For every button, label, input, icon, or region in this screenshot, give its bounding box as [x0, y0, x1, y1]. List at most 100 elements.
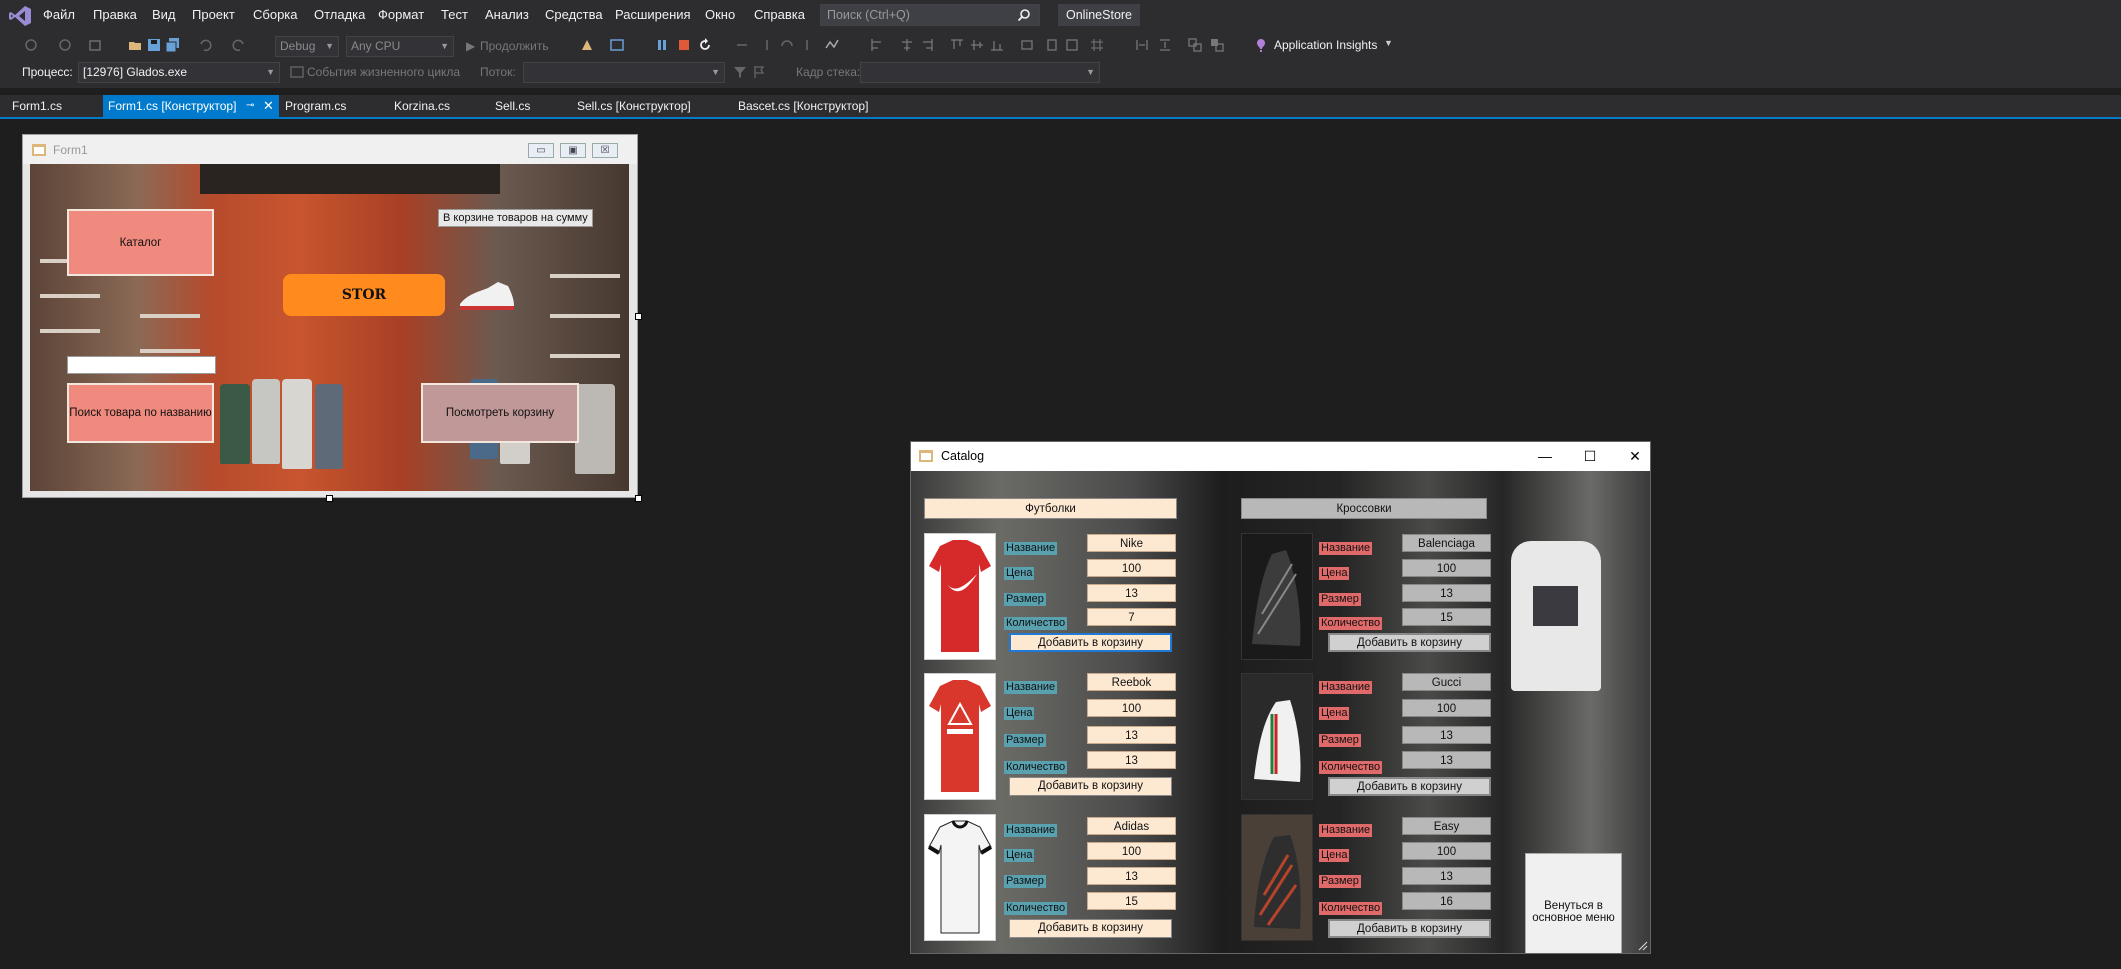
gucci-price-field[interactable]: 100: [1402, 699, 1491, 717]
hot-reload-icon[interactable]: [580, 38, 594, 52]
adidas-name-field[interactable]: Adidas: [1087, 817, 1176, 835]
tab-program-cs[interactable]: Program.cs: [280, 95, 351, 117]
adidas-size-field[interactable]: 13: [1087, 867, 1176, 885]
tab-korzina-cs[interactable]: Korzina.cs: [389, 95, 455, 117]
reebok-name-field[interactable]: Reebok: [1087, 673, 1176, 691]
view-cart-button[interactable]: Посмотреть корзину: [421, 383, 579, 443]
nike-name-field[interactable]: Nike: [1087, 534, 1176, 552]
open-file-icon[interactable]: [128, 38, 142, 52]
menu-debug[interactable]: Отладка: [314, 7, 365, 22]
solution-config-select[interactable]: Debug ▼: [275, 36, 339, 57]
search-input[interactable]: [67, 356, 216, 374]
minimize-icon[interactable]: —: [1530, 446, 1560, 466]
make-same-width-icon[interactable]: [1020, 38, 1034, 52]
adidas-add-to-cart-button[interactable]: Добавить в корзину: [1009, 919, 1172, 938]
menu-build[interactable]: Сборка: [253, 7, 298, 22]
align-rights-icon[interactable]: [920, 38, 934, 52]
reebok-qty-field[interactable]: 13: [1087, 751, 1176, 769]
back-to-main-menu-button[interactable]: Венуться в основное меню: [1525, 853, 1622, 953]
stack-frame-select[interactable]: ▼: [860, 62, 1100, 83]
save-all-icon[interactable]: [166, 38, 180, 52]
size-to-grid-icon[interactable]: [1090, 38, 1104, 52]
process-select[interactable]: [12976] Glados.exe ▼: [78, 62, 280, 83]
forward-navigation-icon[interactable]: [58, 38, 72, 52]
gucci-name-field[interactable]: Gucci: [1402, 673, 1491, 691]
reebok-size-field[interactable]: 13: [1087, 726, 1176, 744]
tab-bascet-designer[interactable]: Bascet.cs [Конструктор]: [733, 95, 873, 117]
tab-form1-cs[interactable]: Form1.cs: [7, 95, 67, 117]
align-lefts-icon[interactable]: [870, 38, 884, 52]
easy-name-field[interactable]: Easy: [1402, 817, 1491, 835]
step-out-icon[interactable]: [800, 38, 814, 52]
bring-to-front-icon[interactable]: [1188, 38, 1202, 52]
reebok-add-to-cart-button[interactable]: Добавить в корзину: [1009, 777, 1172, 796]
diagnostic-tools-icon[interactable]: [825, 38, 839, 52]
undo-icon[interactable]: [198, 38, 212, 52]
lifecycle-events-icon[interactable]: [290, 65, 304, 79]
menu-help[interactable]: Справка: [754, 7, 805, 22]
platform-select[interactable]: Any CPU ▼: [346, 36, 454, 57]
back-navigation-icon[interactable]: [24, 38, 38, 52]
easy-add-to-cart-button[interactable]: Добавить в корзину: [1328, 919, 1491, 938]
pin-icon[interactable]: ⊸: [246, 95, 254, 117]
make-same-height-icon[interactable]: [1045, 38, 1059, 52]
maximize-icon[interactable]: ☐: [1575, 446, 1605, 466]
menu-test[interactable]: Тест: [441, 7, 468, 22]
tab-form1-designer[interactable]: Form1.cs [Конструктор] ⊸ ✕: [103, 95, 279, 117]
pause-icon[interactable]: [655, 38, 669, 52]
resize-handle-bottom[interactable]: [326, 495, 333, 502]
tab-sell-designer[interactable]: Sell.cs [Конструктор]: [572, 95, 696, 117]
continue-button[interactable]: Продолжить: [480, 39, 549, 53]
application-insights-button[interactable]: Application Insights: [1274, 38, 1377, 52]
menu-file[interactable]: Файл: [43, 7, 75, 22]
balenciaga-price-field[interactable]: 100: [1402, 559, 1491, 577]
gucci-qty-field[interactable]: 13: [1402, 751, 1491, 769]
tab-sell-cs[interactable]: Sell.cs: [490, 95, 535, 117]
resize-grip-icon[interactable]: [1638, 941, 1648, 951]
align-tops-icon[interactable]: [950, 38, 964, 52]
vertical-spacing-icon[interactable]: [1158, 38, 1172, 52]
flag-threads-icon[interactable]: [752, 65, 766, 79]
adidas-price-field[interactable]: 100: [1087, 842, 1176, 860]
close-tab-icon[interactable]: ✕: [263, 95, 274, 117]
close-icon[interactable]: ✕: [1620, 446, 1650, 466]
resize-handle-corner[interactable]: [635, 495, 642, 502]
menu-format[interactable]: Формат: [378, 7, 424, 22]
reebok-price-field[interactable]: 100: [1087, 699, 1176, 717]
search-by-name-button[interactable]: Поиск товара по названию: [67, 383, 214, 443]
menu-window[interactable]: Окно: [705, 7, 735, 22]
align-centers-icon[interactable]: [900, 38, 914, 52]
menu-tools[interactable]: Средства: [545, 7, 603, 22]
application-insights-dropdown-icon[interactable]: ▼: [1384, 38, 1393, 48]
application-insights-icon[interactable]: [1254, 38, 1268, 52]
horizontal-spacing-icon[interactable]: [1135, 38, 1149, 52]
make-same-size-icon[interactable]: [1065, 38, 1079, 52]
menu-extensions[interactable]: Расширения: [615, 7, 691, 22]
balenciaga-size-field[interactable]: 13: [1402, 584, 1491, 602]
balenciaga-qty-field[interactable]: 15: [1402, 608, 1491, 626]
menu-view[interactable]: Вид: [152, 7, 176, 22]
catalog-window[interactable]: Catalog — ☐ ✕ Футболки Кроссовки Названи…: [910, 441, 1651, 954]
live-visual-tree-icon[interactable]: [610, 38, 624, 52]
catalog-button[interactable]: Каталог: [67, 209, 214, 276]
nike-qty-field[interactable]: 7: [1087, 608, 1176, 626]
gucci-add-to-cart-button[interactable]: Добавить в корзину: [1328, 777, 1491, 796]
menu-project[interactable]: Проект: [192, 7, 235, 22]
redo-icon[interactable]: [232, 38, 246, 52]
restart-icon[interactable]: [698, 38, 712, 52]
close-icon[interactable]: ☒: [592, 143, 618, 158]
nike-add-to-cart-button[interactable]: Добавить в корзину: [1009, 633, 1172, 652]
easy-price-field[interactable]: 100: [1402, 842, 1491, 860]
new-project-icon[interactable]: [88, 38, 102, 52]
show-next-statement-icon[interactable]: [735, 38, 749, 52]
gucci-size-field[interactable]: 13: [1402, 726, 1491, 744]
nike-price-field[interactable]: 100: [1087, 559, 1176, 577]
lifecycle-events-button[interactable]: События жизненного цикла: [307, 65, 460, 79]
send-to-back-icon[interactable]: [1210, 38, 1224, 52]
maximize-icon[interactable]: ▣: [560, 143, 586, 158]
easy-size-field[interactable]: 13: [1402, 867, 1491, 885]
thread-select[interactable]: ▼: [523, 62, 725, 83]
search-input[interactable]: Поиск (Ctrl+Q): [820, 4, 1040, 26]
step-over-icon[interactable]: [780, 38, 794, 52]
filter-icon[interactable]: [733, 65, 747, 79]
